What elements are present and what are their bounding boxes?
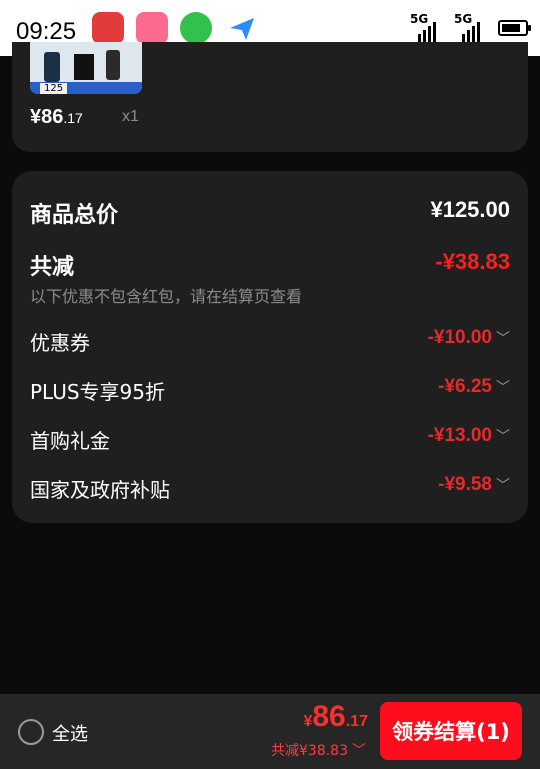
discount-row-coupon[interactable]: 优惠券 -¥10.00 ﹀ — [30, 327, 510, 356]
chevron-down-icon: ﹀ — [352, 743, 366, 759]
checkout-bar: 全选 ¥86.17 共减¥38.83 ﹀ 领券结算(1) — [0, 694, 540, 769]
chevron-down-icon: ﹀ — [496, 428, 510, 444]
total-price-label: 商品总价 — [30, 203, 119, 228]
price-summary-card: 商品总价 ¥125.00 共减 -¥38.83 以下优惠不包含红包，请在结算页查… — [12, 171, 528, 523]
select-all-radio[interactable] — [18, 719, 44, 745]
discount-row-subsidy[interactable]: 国家及政府补贴 -¥9.58 ﹀ — [30, 474, 510, 503]
total-reduction-value: -¥38.83 — [435, 249, 510, 274]
chevron-down-icon: ﹀ — [496, 330, 510, 346]
signal-icon: 5G — [410, 12, 444, 44]
chevron-down-icon: ﹀ — [496, 379, 510, 395]
netease-music-icon — [92, 12, 124, 44]
qq-music-icon — [180, 12, 212, 44]
discount-row-first-purchase[interactable]: 首购礼金 -¥13.00 ﹀ — [30, 425, 510, 454]
product-quantity: x1 — [122, 108, 139, 125]
product-price: ¥86.17 — [30, 106, 83, 128]
battery-icon — [498, 20, 531, 36]
total-price-row: 商品总价 ¥125.00 — [30, 197, 510, 229]
final-price: ¥86.17 — [303, 700, 368, 733]
savings-detail[interactable]: 共减¥38.83 ﹀ — [271, 740, 366, 760]
checkout-button[interactable]: 领券结算(1) — [380, 702, 522, 760]
total-price-value: ¥125.00 — [430, 197, 510, 222]
signal-icon: 5G — [454, 12, 488, 44]
discount-note: 以下优惠不包含红包，请在结算页查看 — [30, 287, 303, 306]
product-thumbnail[interactable]: 125 — [30, 42, 142, 94]
send-icon — [226, 12, 258, 44]
chevron-down-icon: ﹀ — [496, 477, 510, 493]
total-reduction-label: 共减 — [30, 255, 75, 280]
bilibili-icon — [136, 12, 168, 44]
total-reduction-row: 共减 -¥38.83 — [30, 249, 510, 281]
select-all-label[interactable]: 全选 — [52, 720, 88, 746]
discount-row-plus[interactable]: PLUS专享95折 -¥6.25 ﹀ — [30, 376, 510, 405]
product-card: 125 ¥86.17 x1 — [12, 42, 528, 152]
